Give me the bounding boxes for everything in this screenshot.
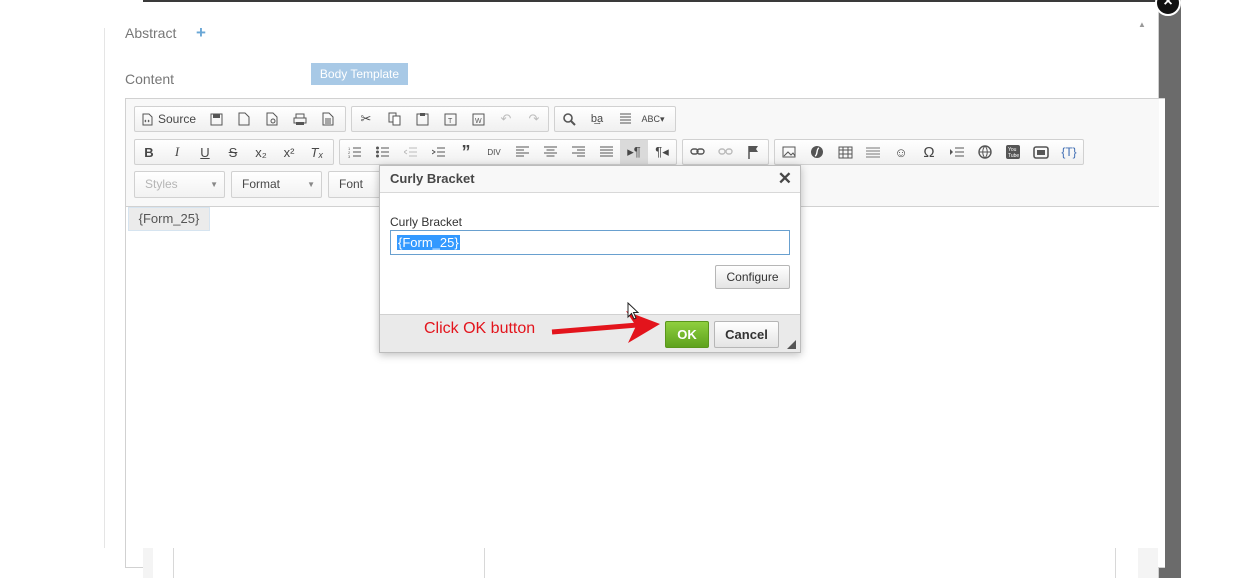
curly-bracket-button[interactable]: {T} [1055,140,1083,164]
svg-text:W: W [475,118,482,125]
italic-icon[interactable]: I [163,140,191,164]
dialog-resize-icon[interactable] [787,340,796,349]
dialog-title: Curly Bracket [380,166,800,193]
column-divider [173,548,174,578]
cancel-button[interactable]: Cancel [714,321,779,348]
justify-icon[interactable] [592,140,620,164]
create-div-icon[interactable]: DIV [480,140,508,164]
iframe-globe-icon[interactable] [971,140,999,164]
toolbar-group-document: Source [134,106,346,132]
copy-icon[interactable] [380,107,408,131]
link-icon[interactable] [683,140,711,164]
select-all-icon[interactable] [611,107,639,131]
table-icon[interactable] [831,140,859,164]
toolbar-group-editing: b͢a ABC▾ [554,106,676,132]
form-placeholder-token[interactable]: {Form_25} [128,207,210,231]
text-direction-rtl-icon[interactable]: ¶◂ [648,140,676,164]
column-divider [484,548,485,578]
flash-icon[interactable] [803,140,831,164]
redo-icon[interactable]: ↷ [520,107,548,131]
dialog-close-icon[interactable]: ✕ [778,169,792,189]
smiley-icon[interactable]: ☺ [887,140,915,164]
youtube-icon[interactable]: You Tube [999,140,1027,164]
chevron-down-icon: ▼ [307,180,315,189]
red-arrow-icon [551,311,660,343]
add-abstract-plus-icon[interactable]: + [196,23,206,43]
ok-button[interactable]: OK [665,321,709,348]
superscript-icon[interactable]: x² [275,140,303,164]
curly-bracket-input[interactable]: {Form_25} [390,230,790,255]
indent-icon[interactable] [424,140,452,164]
anchor-flag-icon[interactable] [739,140,767,164]
horizontal-rule-icon[interactable] [859,140,887,164]
toolbar-group-clipboard: ✂ T W ↶ ↷ [351,106,549,132]
align-center-icon[interactable] [536,140,564,164]
chevron-down-icon: ▼ [210,180,218,189]
align-left-icon[interactable] [508,140,536,164]
mouse-cursor-icon [627,302,640,320]
column-divider [1115,548,1116,578]
remove-format-icon[interactable]: Tₓ [303,140,331,164]
paste-text-icon[interactable]: T [436,107,464,131]
selected-input-text: {Form_25} [397,235,460,250]
modal-top-border [143,0,1158,2]
outdent-icon[interactable] [396,140,424,164]
toolbar-group-paragraph: 123 ” DIV ▸¶ ¶◂ [339,139,677,165]
new-page-icon[interactable] [230,107,258,131]
bold-icon[interactable]: B [135,140,163,164]
paste-word-icon[interactable]: W [464,107,492,131]
templates-icon[interactable] [314,107,342,131]
preview-icon[interactable] [258,107,286,131]
abstract-label: Abstract [125,25,177,41]
save-icon[interactable] [202,107,230,131]
svg-text:Tube: Tube [1008,153,1019,159]
configure-button[interactable]: Configure [715,265,790,289]
curly-bracket-field-label: Curly Bracket [390,215,463,229]
bulleted-list-icon[interactable] [368,140,396,164]
scroll-up-icon[interactable]: ▲ [1138,20,1146,29]
paste-icon[interactable] [408,107,436,131]
unlink-icon[interactable] [711,140,739,164]
media-embed-icon[interactable] [1027,140,1055,164]
toolbar-group-basicstyles: B I U S x₂ x² Tₓ [134,139,334,165]
image-icon[interactable] [775,140,803,164]
replace-icon[interactable]: b͢a [583,107,611,131]
body-template-button[interactable]: Body Template [311,63,408,85]
spellcheck-icon[interactable]: ABC▾ [639,107,667,131]
strike-icon[interactable]: S [219,140,247,164]
blockquote-icon[interactable]: ” [452,140,480,164]
styles-combo[interactable]: Styles ▼ [134,171,225,198]
instruction-annotation: Click OK button [424,320,536,337]
align-right-icon[interactable] [564,140,592,164]
source-button[interactable]: Source [135,107,202,131]
numbered-list-icon[interactable]: 123 [340,140,368,164]
subscript-icon[interactable]: x₂ [247,140,275,164]
source-icon [142,113,153,125]
format-combo[interactable]: Format ▼ [231,171,322,198]
special-char-omega-icon[interactable]: Ω [915,140,943,164]
page-break-icon[interactable] [943,140,971,164]
underline-icon[interactable]: U [191,140,219,164]
undo-icon[interactable]: ↶ [492,107,520,131]
left-guide-line [104,28,105,548]
find-icon[interactable] [555,107,583,131]
svg-text:3: 3 [348,154,351,158]
content-label: Content [125,71,175,87]
text-direction-ltr-icon[interactable]: ▸¶ [620,140,648,164]
print-icon[interactable] [286,107,314,131]
cut-icon[interactable]: ✂ [352,107,380,131]
toolbar-group-insert: ☺ Ω You Tube {T} [774,139,1084,165]
bottom-panel [153,548,1138,578]
svg-text:T: T [448,118,453,125]
toolbar-group-links [682,139,769,165]
